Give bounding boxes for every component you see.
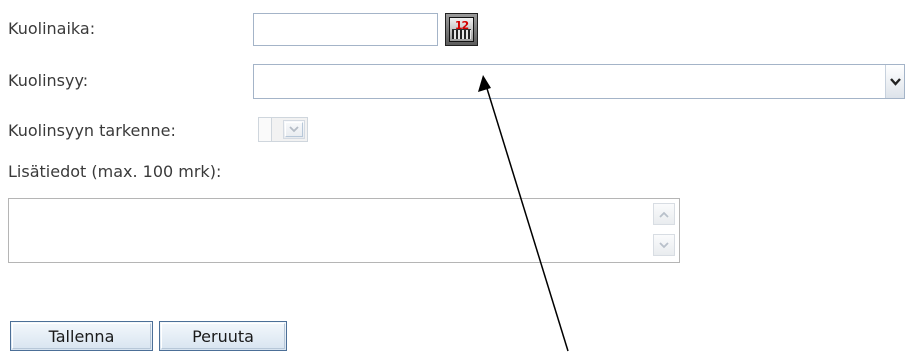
chevron-down-icon — [659, 241, 669, 248]
chevron-up-icon — [659, 211, 669, 218]
scroll-down-button[interactable] — [653, 234, 675, 256]
calendar-icon: 12 — [449, 17, 474, 42]
death-cause-detail-select[interactable] — [258, 117, 308, 142]
calendar-button[interactable]: 12 — [445, 13, 478, 46]
save-button[interactable]: Tallenna — [10, 321, 153, 351]
chevron-down-icon — [889, 77, 901, 86]
chevron-down-icon — [289, 126, 299, 133]
death-cause-detail-dropdown-button[interactable] — [283, 120, 305, 139]
death-cause-select[interactable] — [253, 64, 905, 99]
additional-info-label: Lisätiedot (max. 100 mrk): — [8, 162, 222, 181]
scroll-up-button[interactable] — [653, 203, 675, 225]
death-cause-detail-label: Kuolinsyyn tarkenne: — [8, 121, 176, 140]
death-time-label: Kuolinaika: — [8, 19, 96, 38]
death-time-input[interactable] — [253, 13, 438, 46]
cancel-button[interactable]: Peruuta — [159, 321, 287, 351]
death-cause-dropdown-button[interactable] — [885, 65, 904, 98]
death-cause-label: Kuolinsyy: — [8, 71, 89, 90]
additional-info-textarea[interactable] — [8, 198, 680, 263]
